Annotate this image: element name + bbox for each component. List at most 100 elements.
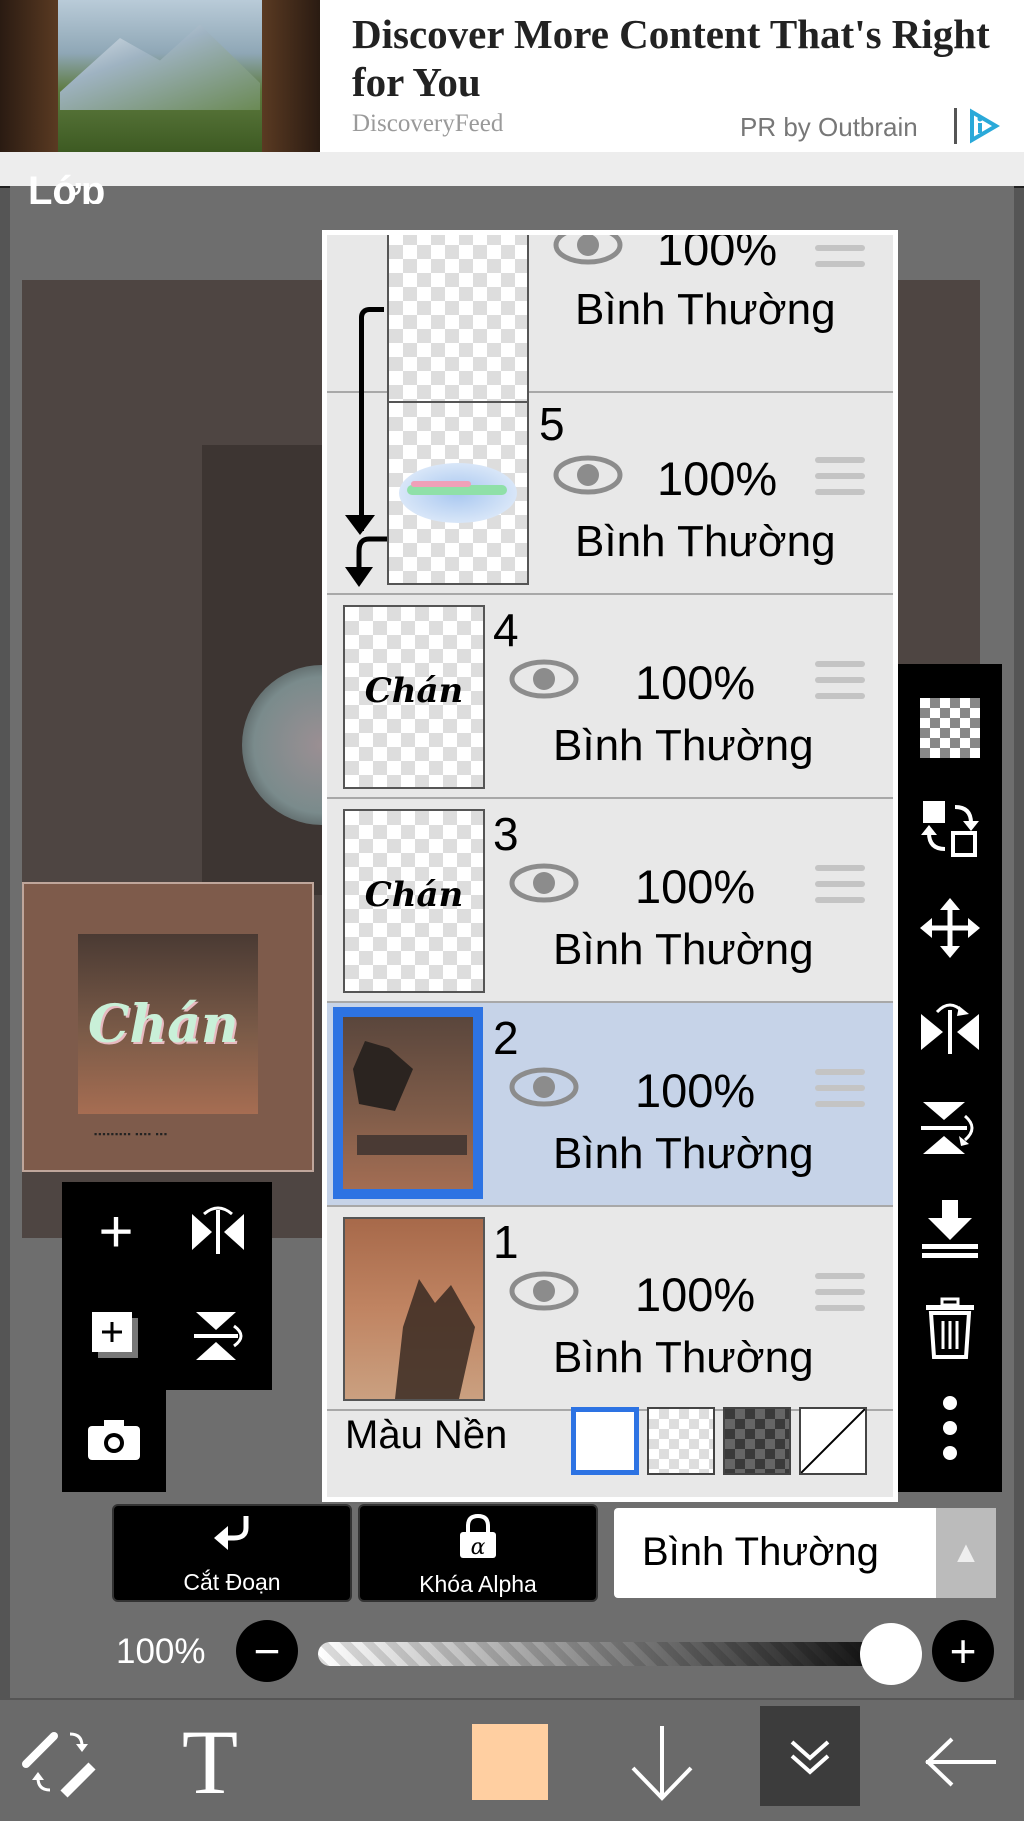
opacity-slider[interactable] xyxy=(318,1642,918,1666)
eye-icon[interactable] xyxy=(509,1271,579,1311)
ad-image-door-right xyxy=(262,0,320,152)
preview-text: Chán xyxy=(88,994,239,1055)
svg-text:α: α xyxy=(471,1535,486,1560)
ad-headline[interactable]: Discover More Content That's Right for Y… xyxy=(352,10,992,106)
add-layer-icon[interactable] xyxy=(80,1300,152,1372)
ad-source: DiscoveryFeed xyxy=(352,110,504,137)
brush-eraser-icon[interactable] xyxy=(18,1712,102,1812)
panel-title: Lớp xyxy=(28,169,106,204)
eye-icon[interactable] xyxy=(509,863,579,903)
color-swatch[interactable] xyxy=(470,1712,550,1812)
drag-handle-icon[interactable] xyxy=(815,235,865,277)
ad-image[interactable] xyxy=(0,0,320,152)
flip-vertical-icon[interactable] xyxy=(182,1300,254,1372)
ad-banner[interactable]: Discover More Content That's Right for Y… xyxy=(0,0,1024,152)
background-label: Màu Nền xyxy=(345,1413,508,1457)
swap-icon[interactable] xyxy=(912,790,988,866)
clipping-button[interactable]: Cắt Đoạn xyxy=(112,1504,352,1602)
layer-blend-mode: Bình Thường xyxy=(575,285,836,334)
canvas-preview[interactable]: Chán ▪▪▪▪▪▪▪▪▪ ▪▪▪▪ ▪▪▪ xyxy=(22,882,314,1172)
background-checker-light-swatch[interactable] xyxy=(647,1407,715,1475)
eye-icon[interactable] xyxy=(509,659,579,699)
layer-thumbnail[interactable] xyxy=(387,235,529,413)
layer-row-selected[interactable]: 2 100% Bình Thường xyxy=(327,1003,893,1207)
layer-opacity: 100% xyxy=(635,860,756,913)
drag-handle-icon[interactable] xyxy=(815,1273,865,1321)
drag-handle-icon[interactable] xyxy=(815,457,865,505)
lock-icon: α xyxy=(360,1513,596,1571)
alpha-lock-label: Khóa Alpha xyxy=(419,1571,537,1597)
blend-mode-value: Bình Thường xyxy=(642,1530,879,1574)
layer-row[interactable]: Chán 3 100% Bình Thường xyxy=(327,799,893,1003)
double-chevron-icon[interactable] xyxy=(760,1706,860,1806)
text-tool-icon[interactable]: T xyxy=(170,1711,250,1813)
plus-icon[interactable]: + xyxy=(80,1196,152,1268)
layer-opacity: 100% xyxy=(657,452,778,505)
alpha-lock-button[interactable]: α Khóa Alpha xyxy=(358,1504,598,1602)
ad-sponsor[interactable]: PR by Outbrain xyxy=(740,112,918,143)
drag-handle-icon[interactable] xyxy=(815,865,865,913)
thumb-text: Chán xyxy=(364,671,464,711)
ad-image-mountains xyxy=(60,24,260,110)
back-arrow-icon[interactable] xyxy=(920,1712,1000,1812)
layer-blend-mode: Bình Thường xyxy=(553,1333,814,1382)
ad-image-door-left xyxy=(0,0,58,152)
trash-icon[interactable] xyxy=(912,1290,988,1366)
layers-list: 100% Bình Thường 5 100% Bình Thường Chán… xyxy=(322,230,898,1502)
layer-row[interactable]: 100% Bình Thường xyxy=(327,230,893,462)
left-toolbox: + xyxy=(62,1182,272,1390)
eye-icon[interactable] xyxy=(509,1067,579,1107)
minus-icon: − xyxy=(253,1625,281,1677)
right-toolbox xyxy=(898,664,1002,1492)
layer-thumbnail[interactable] xyxy=(343,1217,485,1401)
layer-row[interactable]: Chán 4 100% Bình Thường xyxy=(327,595,893,799)
layer-opacity: 100% xyxy=(635,656,756,709)
opacity-increase-button[interactable]: + xyxy=(932,1620,994,1682)
move-icon[interactable] xyxy=(912,890,988,966)
checker-icon[interactable] xyxy=(912,690,988,766)
layer-blend-mode: Bình Thường xyxy=(553,721,814,770)
flip-v-icon[interactable] xyxy=(912,1090,988,1166)
layer-blend-mode: Bình Thường xyxy=(575,517,836,566)
flip-h-icon[interactable] xyxy=(912,990,988,1066)
drag-handle-icon[interactable] xyxy=(815,1069,865,1117)
layer-thumbnail[interactable] xyxy=(387,401,529,585)
opacity-slider-knob[interactable] xyxy=(860,1623,922,1685)
layer-opacity: 100% xyxy=(657,230,778,275)
ad-strip xyxy=(0,152,1024,188)
layer-thumbnail[interactable]: Chán xyxy=(343,809,485,993)
more-icon[interactable] xyxy=(912,1390,988,1466)
layer-number: 2 xyxy=(493,1012,519,1064)
layer-opacity: 100% xyxy=(635,1064,756,1117)
background-none-swatch[interactable] xyxy=(799,1407,867,1475)
camera-icon[interactable] xyxy=(78,1404,150,1476)
layer-number: 1 xyxy=(493,1216,519,1268)
layer-row[interactable]: 1 100% Bình Thường xyxy=(327,1207,893,1411)
merge-down-icon[interactable] xyxy=(912,1190,988,1266)
background-white-swatch[interactable] xyxy=(571,1407,639,1475)
layer-number: 5 xyxy=(539,398,565,450)
clip-indicator xyxy=(359,391,364,531)
layer-number: 3 xyxy=(493,808,519,860)
blend-mode-select[interactable]: Bình Thường ▲ xyxy=(614,1508,996,1598)
plus-icon: + xyxy=(949,1625,977,1677)
flip-horizontal-icon[interactable] xyxy=(182,1196,254,1268)
ad-divider xyxy=(954,108,957,144)
opacity-decrease-button[interactable]: − xyxy=(236,1620,298,1682)
eye-icon[interactable] xyxy=(553,230,623,265)
layer-blend-mode: Bình Thường xyxy=(553,925,814,974)
drag-handle-icon[interactable] xyxy=(815,661,865,709)
clipping-arrow-icon xyxy=(114,1514,350,1569)
eye-icon[interactable] xyxy=(553,455,623,495)
dropdown-arrow-icon[interactable]: ▲ xyxy=(936,1508,996,1598)
layer-row[interactable]: 5 100% Bình Thường xyxy=(327,391,893,595)
layer-number: 4 xyxy=(493,604,519,656)
background-checker-dark-swatch[interactable] xyxy=(723,1407,791,1475)
arrow-down-icon[interactable] xyxy=(622,1712,702,1812)
thumb-text: Chán xyxy=(364,875,464,915)
layer-opacity: 100% xyxy=(635,1268,756,1321)
layer-thumbnail[interactable]: Chán xyxy=(343,605,485,789)
layer-thumbnail[interactable] xyxy=(343,1017,473,1189)
adchoices-icon[interactable] xyxy=(962,108,1002,144)
clipping-label: Cắt Đoạn xyxy=(183,1569,281,1595)
